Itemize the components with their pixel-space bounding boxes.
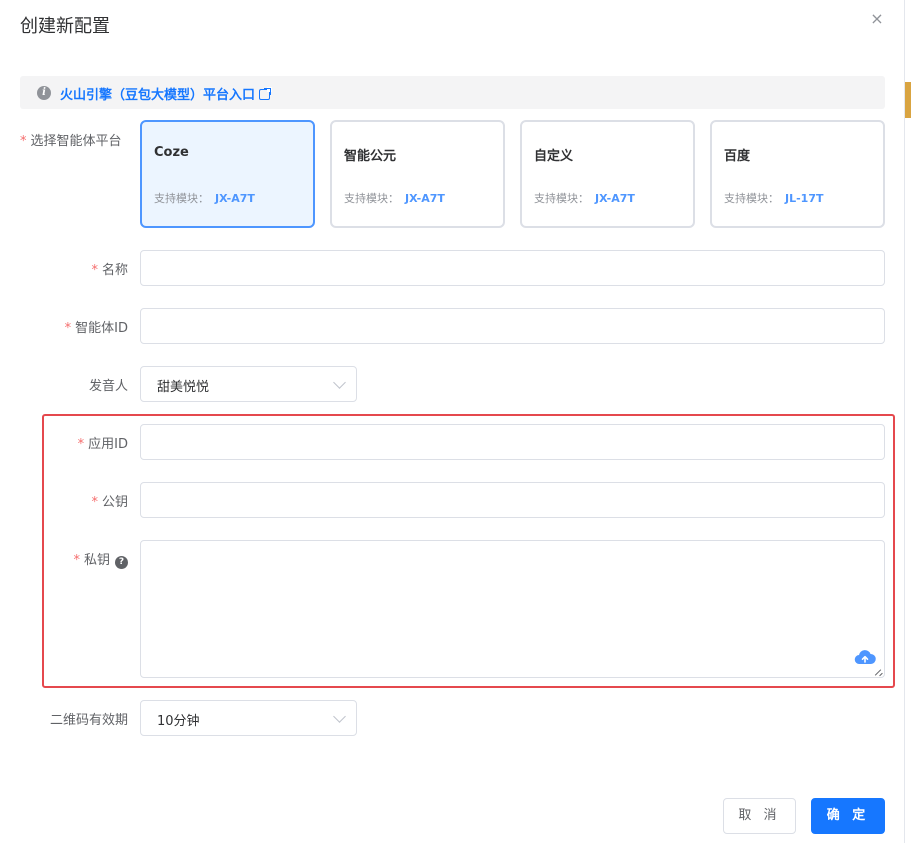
info-icon: i: [37, 86, 51, 100]
card-name: 百度: [724, 149, 751, 164]
app-id-label: * 应用ID: [77, 437, 128, 452]
question-icon[interactable]: ?: [115, 556, 128, 569]
agent-id-label: * 智能体ID: [64, 321, 128, 336]
platform-card-baidu[interactable]: 百度 支持模块： JL-17T: [710, 120, 885, 228]
card-support: 支持模块： JL-17T: [724, 192, 824, 205]
card-support: 支持模块： JX-A7T: [154, 192, 255, 205]
external-link-icon: [259, 87, 273, 100]
confirm-button[interactable]: 确 定: [811, 798, 885, 834]
card-name: Coze: [154, 145, 189, 160]
qr-validity-label: 二维码有效期: [49, 713, 128, 728]
card-support: 支持模块： JX-A7T: [344, 192, 445, 205]
background-edge: [904, 0, 911, 843]
name-label: * 名称: [91, 263, 128, 278]
platform-card-coze[interactable]: Coze 支持模块： JX-A7T: [140, 120, 315, 228]
name-input[interactable]: [140, 250, 885, 286]
app-id-input[interactable]: [140, 424, 885, 460]
dialog-title: 创建新配置: [20, 16, 110, 37]
create-config-dialog: 创建新配置 × i 火山引擎（豆包大模型）平台入口 * 选择智能体平台 Coze …: [0, 0, 911, 843]
voice-select[interactable]: 甜美悦悦: [140, 366, 357, 402]
close-icon[interactable]: ×: [868, 10, 886, 28]
cloud-upload-icon[interactable]: [854, 649, 876, 666]
chevron-down-icon: [333, 710, 346, 723]
background-strip: [905, 82, 911, 118]
card-support: 支持模块： JX-A7T: [534, 192, 635, 205]
voice-value: 甜美悦悦: [157, 380, 210, 395]
card-name: 自定义: [534, 149, 574, 164]
private-key-textarea[interactable]: [140, 540, 885, 678]
chevron-down-icon: [333, 376, 346, 389]
agent-id-input[interactable]: [140, 308, 885, 344]
platform-entry-link[interactable]: 火山引擎（豆包大模型）平台入口: [60, 84, 273, 103]
platform-card-zhineng[interactable]: 智能公元 支持模块： JX-A7T: [330, 120, 505, 228]
private-key-label: * 私钥?: [73, 549, 128, 569]
voice-label: 发音人: [88, 379, 128, 394]
resize-handle[interactable]: [875, 668, 883, 676]
public-key-label: * 公钥: [91, 495, 128, 510]
platform-card-custom[interactable]: 自定义 支持模块： JX-A7T: [520, 120, 695, 228]
platform-label: * 选择智能体平台: [20, 134, 122, 149]
cancel-button[interactable]: 取 消: [723, 798, 796, 834]
qr-validity-value: 10分钟: [157, 714, 200, 729]
card-name: 智能公元: [344, 149, 397, 164]
platform-notice: i 火山引擎（豆包大模型）平台入口: [20, 76, 885, 109]
qr-validity-select[interactable]: 10分钟: [140, 700, 357, 736]
public-key-input[interactable]: [140, 482, 885, 518]
